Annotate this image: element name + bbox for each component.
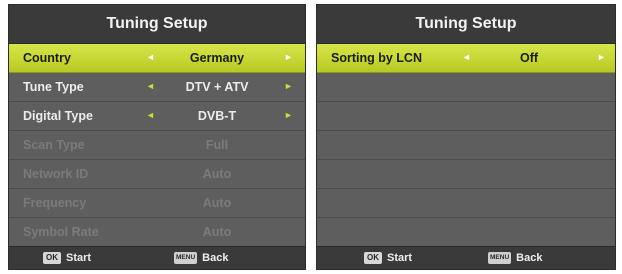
tuning-setup-panel-right: Tuning Setup Sorting by LCN ◄ ► Off OK Star… xyxy=(316,4,616,270)
empty-row xyxy=(317,160,615,189)
settings-list: Sorting by LCN ◄ ► Off xyxy=(317,44,615,247)
ok-start-hint[interactable]: OK Start xyxy=(364,252,412,264)
setting-label: Country xyxy=(23,51,71,65)
setting-label: Tune Type xyxy=(23,80,84,94)
settings-list: Country ◄ ► Germany Tune Type ◄ ► DTV + ATV Digi… xyxy=(9,44,305,247)
setting-row-digital-type[interactable]: Digital Type ◄ ► DVB-T xyxy=(9,102,305,131)
ok-start-hint[interactable]: OK Start xyxy=(43,252,91,264)
panel-title: Tuning Setup xyxy=(317,5,615,44)
menu-key-icon: MENU xyxy=(488,252,512,264)
setting-value: Auto xyxy=(202,196,232,210)
setting-row-sorting-by-lcn[interactable]: Sorting by LCN ◄ ► Off xyxy=(317,44,615,73)
ok-key-icon: OK xyxy=(43,252,61,264)
tuning-setup-panel-left: Tuning Setup Country ◄ ► Germany Tune Type ◄ ►… xyxy=(8,4,306,270)
setting-value: Germany xyxy=(189,51,245,65)
arrow-right-icon[interactable]: ► xyxy=(597,52,606,62)
menu-back-hint[interactable]: MENU Back xyxy=(174,252,228,264)
arrow-left-icon[interactable]: ◄ xyxy=(146,81,155,91)
back-label: Back xyxy=(202,252,229,264)
setting-row-network-id: Network ID Auto xyxy=(9,160,305,189)
panel-title: Tuning Setup xyxy=(9,5,305,44)
arrow-left-icon[interactable]: ◄ xyxy=(146,110,155,120)
empty-row xyxy=(317,102,615,131)
setting-value: Off xyxy=(519,51,539,65)
setting-row-tune-type[interactable]: Tune Type ◄ ► DTV + ATV xyxy=(9,73,305,102)
arrow-left-icon[interactable]: ◄ xyxy=(462,52,471,62)
setting-value: Auto xyxy=(202,225,232,239)
setting-label: Scan Type xyxy=(23,138,85,152)
setting-row-scan-type: Scan Type Full xyxy=(9,131,305,160)
setting-row-symbol-rate: Symbol Rate Auto xyxy=(9,218,305,247)
ok-key-icon: OK xyxy=(364,252,382,264)
empty-row xyxy=(317,218,615,247)
footer-bar: OK Start MENU Back xyxy=(9,246,305,269)
footer-bar: OK Start MENU Back xyxy=(317,246,615,269)
setting-value: Full xyxy=(205,138,229,152)
setting-value: DVB-T xyxy=(197,109,237,123)
setting-value: DTV + ATV xyxy=(185,80,249,94)
setting-row-country[interactable]: Country ◄ ► Germany xyxy=(9,44,305,73)
empty-row xyxy=(317,131,615,160)
arrow-right-icon[interactable]: ► xyxy=(284,110,293,120)
setting-label: Symbol Rate xyxy=(23,225,99,239)
arrow-right-icon[interactable]: ► xyxy=(284,81,293,91)
menu-key-icon: MENU xyxy=(174,252,198,264)
back-label: Back xyxy=(516,252,543,264)
empty-row xyxy=(317,189,615,218)
setting-value: Auto xyxy=(202,167,232,181)
setting-label: Frequency xyxy=(23,196,87,210)
setting-label: Sorting by LCN xyxy=(331,51,422,65)
setting-label: Network ID xyxy=(23,167,89,181)
start-label: Start xyxy=(66,252,92,264)
setting-row-frequency: Frequency Auto xyxy=(9,189,305,218)
empty-row xyxy=(317,73,615,102)
start-label: Start xyxy=(387,252,413,264)
setting-label: Digital Type xyxy=(23,109,93,123)
arrow-right-icon[interactable]: ► xyxy=(284,52,293,62)
arrow-left-icon[interactable]: ◄ xyxy=(146,52,155,62)
menu-back-hint[interactable]: MENU Back xyxy=(488,252,542,264)
